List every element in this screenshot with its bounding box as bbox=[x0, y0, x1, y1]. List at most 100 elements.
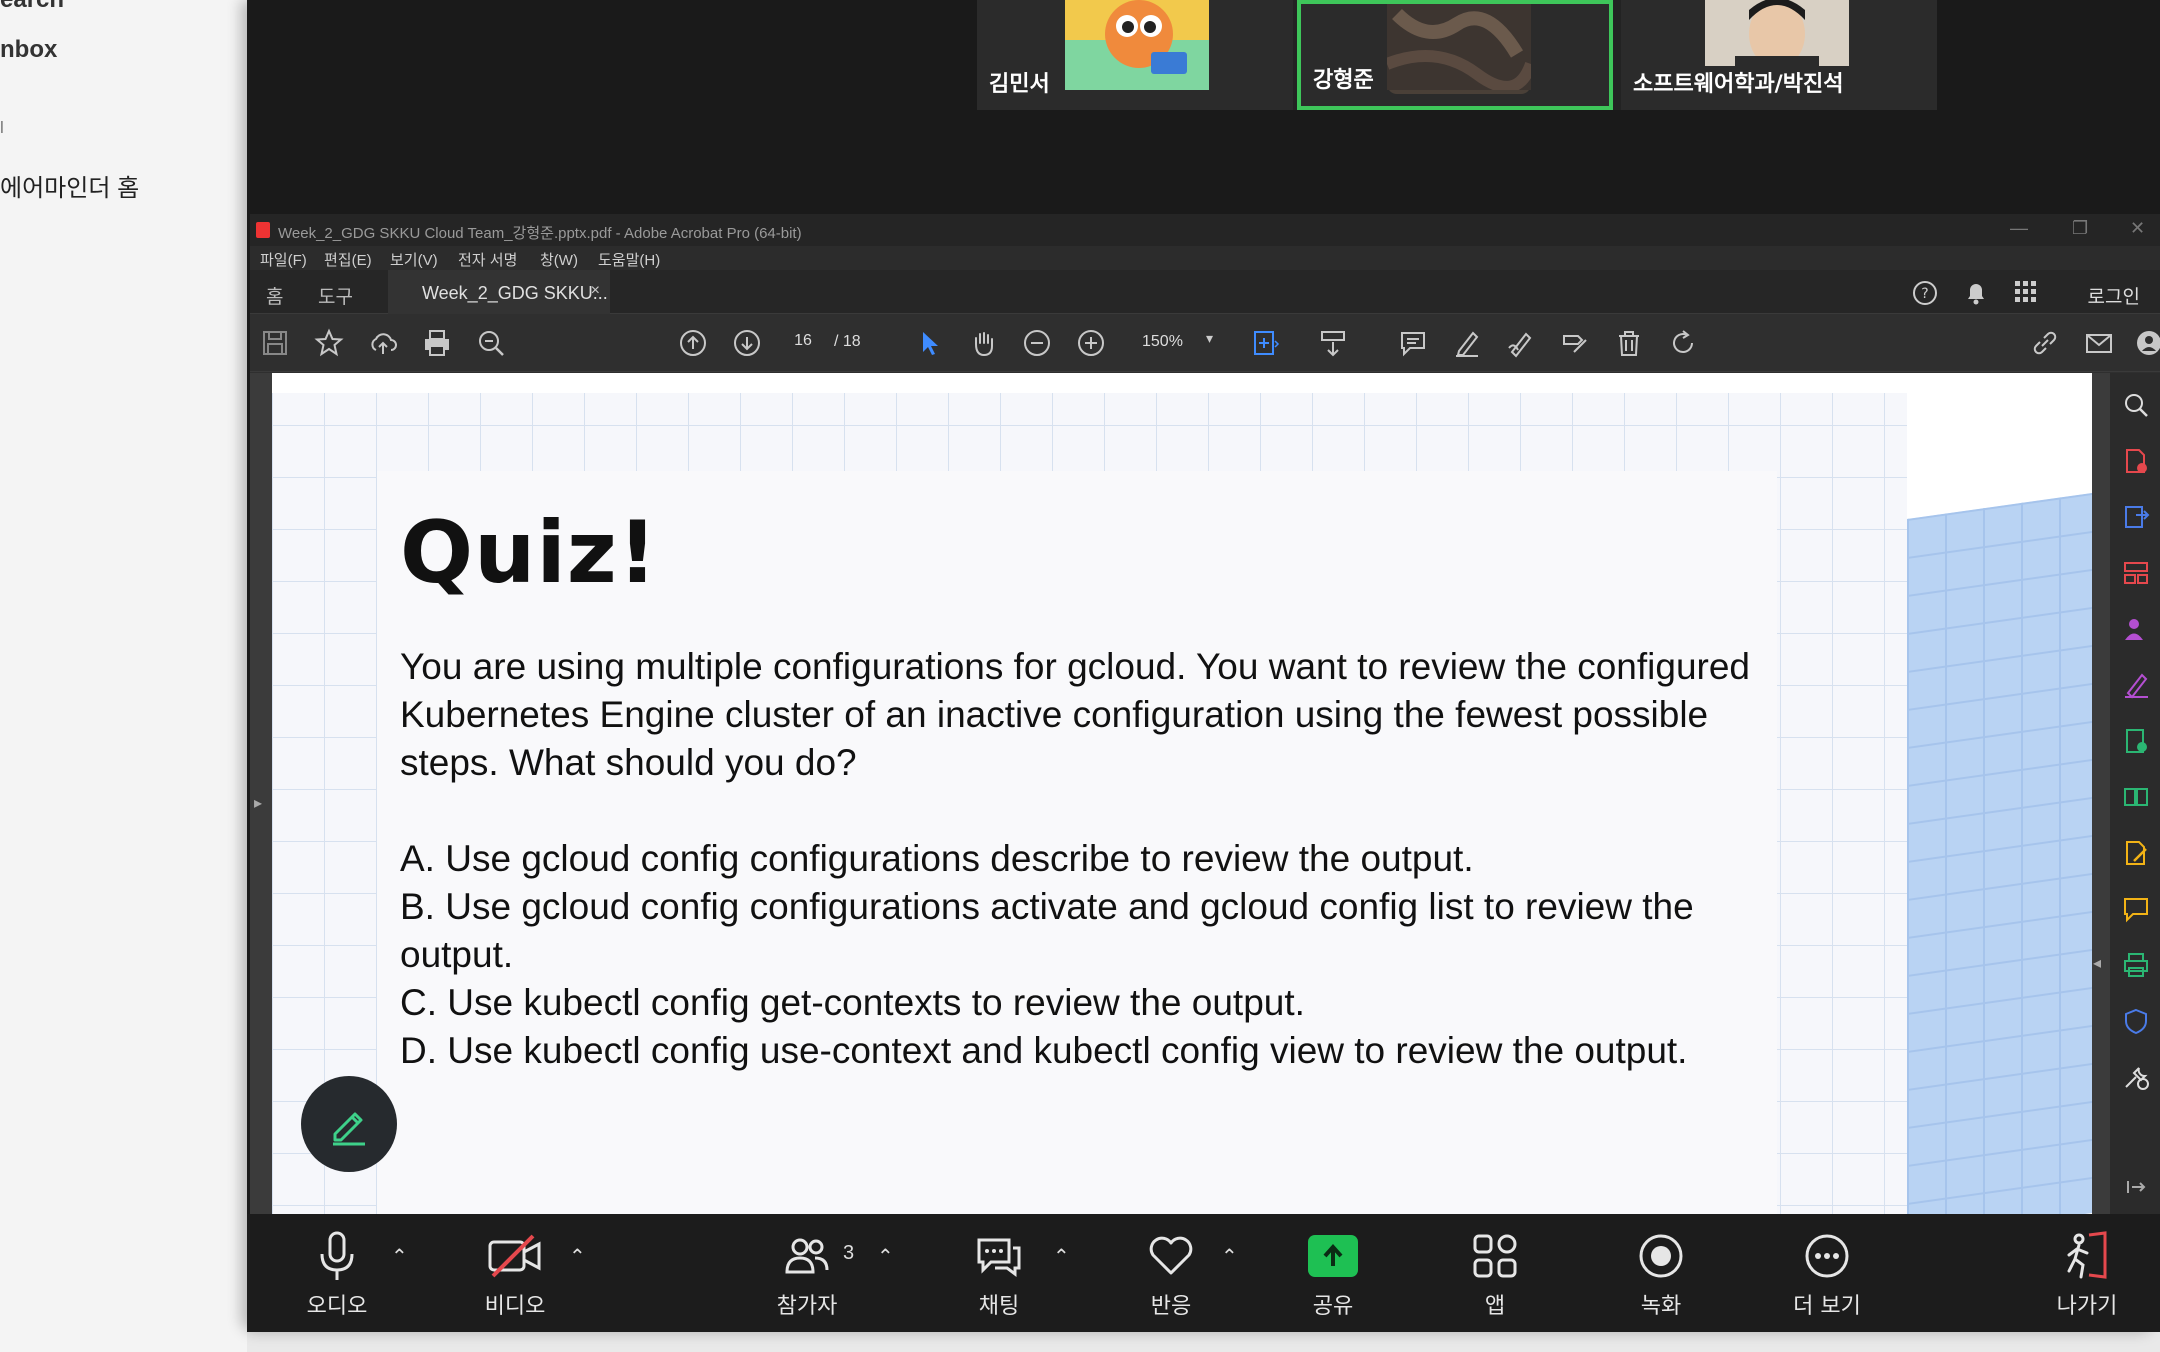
zoom-level[interactable]: 150% bbox=[1142, 333, 1183, 351]
right-panel-toggle-icon[interactable]: ◂ bbox=[2093, 953, 2101, 973]
collapse-rail-icon[interactable] bbox=[2122, 1173, 2150, 1201]
annotate-pen-button[interactable] bbox=[301, 1076, 397, 1172]
help-icon[interactable]: ? bbox=[1912, 280, 1938, 313]
print-production-icon[interactable] bbox=[2122, 951, 2150, 979]
leave-meeting-button[interactable]: 나가기 bbox=[2027, 1228, 2147, 1320]
background-app-sidebar: earch nbox l 에어마인더 홈 bbox=[0, 0, 248, 1352]
create-pdf-icon[interactable] bbox=[2122, 447, 2150, 475]
quiz-option-a: A. Use gcloud config configurations desc… bbox=[400, 838, 1474, 879]
scan-ocr-icon[interactable] bbox=[2122, 727, 2150, 755]
inbox-item[interactable]: nbox bbox=[0, 36, 57, 64]
acrobat-title-bar: Week_2_GDG SKKU Cloud Team_강형준.pptx.pdf … bbox=[250, 214, 2160, 246]
menu-file[interactable]: 파일(F) bbox=[260, 249, 307, 270]
save-icon[interactable] bbox=[256, 324, 294, 362]
window-shadow bbox=[247, 1332, 2160, 1352]
fit-page-icon[interactable] bbox=[1246, 324, 1284, 362]
edit-pdf-icon[interactable] bbox=[2122, 839, 2150, 867]
restore-icon[interactable]: ❐ bbox=[2072, 218, 2088, 239]
comment-tool-icon[interactable] bbox=[2122, 895, 2150, 923]
reactions-label: 반응 bbox=[1150, 1294, 1192, 1319]
export-pdf-icon[interactable] bbox=[2122, 503, 2150, 531]
close-tab-icon[interactable]: × bbox=[591, 282, 600, 300]
menu-edit[interactable]: 편집(E) bbox=[324, 249, 372, 270]
close-icon[interactable]: ✕ bbox=[2130, 218, 2145, 239]
print-icon[interactable] bbox=[418, 324, 456, 362]
star-icon[interactable] bbox=[310, 324, 348, 362]
more-button[interactable]: 더 보기 bbox=[1767, 1228, 1887, 1320]
delete-icon[interactable] bbox=[1610, 324, 1648, 362]
reactions-button[interactable]: 반응 bbox=[1111, 1228, 1231, 1320]
record-button[interactable]: 녹화 bbox=[1601, 1228, 1721, 1320]
video-button[interactable]: 비디오 bbox=[455, 1228, 575, 1320]
zoom-in-icon[interactable] bbox=[1072, 324, 1110, 362]
left-panel-toggle-icon[interactable]: ▸ bbox=[254, 793, 262, 813]
comment-icon[interactable] bbox=[1394, 324, 1432, 362]
rotate-icon[interactable] bbox=[1664, 324, 1702, 362]
reactions-options-chevron-up-icon[interactable]: ⌃ bbox=[1221, 1244, 1238, 1269]
participant-gallery: 김민서 강형준 소프트웨어학과/박진석 bbox=[977, 0, 1937, 110]
leave-label: 나가기 bbox=[2056, 1294, 2118, 1319]
scroll-mode-icon[interactable] bbox=[1314, 324, 1352, 362]
participant-tile-active-speaker[interactable]: 강형준 bbox=[1297, 0, 1613, 110]
highlight-pen-icon[interactable] bbox=[1448, 324, 1486, 362]
chat-button[interactable]: 채팅 bbox=[939, 1228, 1059, 1320]
request-signature-icon[interactable] bbox=[2122, 615, 2150, 643]
record-icon bbox=[1639, 1234, 1683, 1278]
audio-options-chevron-up-icon[interactable]: ⌃ bbox=[391, 1244, 408, 1269]
zoom-out-icon[interactable] bbox=[1018, 324, 1056, 362]
zoom-search-icon[interactable] bbox=[2122, 391, 2150, 419]
apps-grid-icon[interactable] bbox=[2014, 280, 2038, 311]
apps-label: 앱 bbox=[1484, 1294, 1506, 1319]
document-viewport[interactable]: ▸ Quiz! You are using multiple configura… bbox=[250, 373, 2110, 1287]
share-screen-button[interactable]: 공유 bbox=[1273, 1228, 1393, 1320]
participant-tile[interactable]: 김민서 bbox=[977, 0, 1293, 110]
login-button[interactable]: 로그인 bbox=[2088, 282, 2140, 309]
chat-icon bbox=[977, 1238, 1021, 1277]
participant-tile[interactable]: 소프트웨어학과/박진석 bbox=[1621, 0, 1937, 110]
pdf-page: Quiz! You are using multiple configurati… bbox=[272, 373, 2092, 1214]
tools-rail bbox=[2110, 373, 2160, 1214]
bell-icon[interactable] bbox=[1964, 280, 1988, 313]
video-options-chevron-up-icon[interactable]: ⌃ bbox=[569, 1244, 586, 1269]
more-tools-icon[interactable] bbox=[2122, 1063, 2150, 1091]
link-icon[interactable] bbox=[2026, 324, 2064, 362]
email-icon[interactable] bbox=[2080, 324, 2118, 362]
apps-button[interactable]: 앱 bbox=[1435, 1228, 1555, 1320]
share-user-icon[interactable] bbox=[2130, 324, 2160, 362]
sidebar-item-fragment: l bbox=[0, 118, 4, 137]
draw-icon[interactable] bbox=[1502, 324, 1540, 362]
protect-shield-icon[interactable] bbox=[2122, 1007, 2150, 1035]
upload-cloud-icon[interactable] bbox=[364, 324, 402, 362]
select-cursor-icon[interactable] bbox=[910, 324, 948, 362]
tab-document[interactable]: Week_2_GDG SKKU... × bbox=[388, 270, 610, 314]
menu-window[interactable]: 창(W) bbox=[540, 249, 578, 270]
edit-text-icon[interactable] bbox=[1556, 324, 1594, 362]
combine-files-icon[interactable] bbox=[2122, 783, 2150, 811]
heart-icon bbox=[1149, 1236, 1193, 1275]
minimize-icon[interactable]: — bbox=[2010, 218, 2028, 239]
search-zoom-icon[interactable] bbox=[472, 324, 510, 362]
next-page-icon[interactable] bbox=[728, 324, 766, 362]
tab-home[interactable]: 홈 bbox=[266, 282, 283, 309]
hand-tool-icon[interactable] bbox=[964, 324, 1002, 362]
slide-title: Quiz! bbox=[400, 503, 659, 603]
menu-view[interactable]: 보기(V) bbox=[390, 249, 438, 270]
slide-decoration bbox=[1907, 493, 2092, 1214]
menu-help[interactable]: 도움말(H) bbox=[598, 249, 660, 270]
previous-page-icon[interactable] bbox=[674, 324, 712, 362]
more-label: 더 보기 bbox=[1793, 1294, 1861, 1319]
home-item[interactable]: 에어마인더 홈 bbox=[0, 168, 139, 203]
tab-tools[interactable]: 도구 bbox=[318, 282, 353, 309]
shared-acrobat-window: Week_2_GDG SKKU Cloud Team_강형준.pptx.pdf … bbox=[250, 214, 2160, 1287]
chat-options-chevron-up-icon[interactable]: ⌃ bbox=[1053, 1244, 1070, 1269]
page-total: / 18 bbox=[834, 333, 861, 350]
fill-sign-icon[interactable] bbox=[2122, 671, 2150, 699]
menu-esign[interactable]: 전자 서명 bbox=[458, 249, 517, 270]
zoom-dropdown-icon[interactable]: ▾ bbox=[1206, 330, 1213, 347]
participants-options-chevron-up-icon[interactable]: ⌃ bbox=[877, 1244, 894, 1269]
search-item[interactable]: earch bbox=[0, 0, 64, 14]
organize-pages-icon[interactable] bbox=[2122, 559, 2150, 587]
audio-button[interactable]: 오디오 bbox=[277, 1228, 397, 1320]
video-feed bbox=[1384, 4, 1537, 94]
page-number-input[interactable]: 16 bbox=[782, 332, 824, 356]
